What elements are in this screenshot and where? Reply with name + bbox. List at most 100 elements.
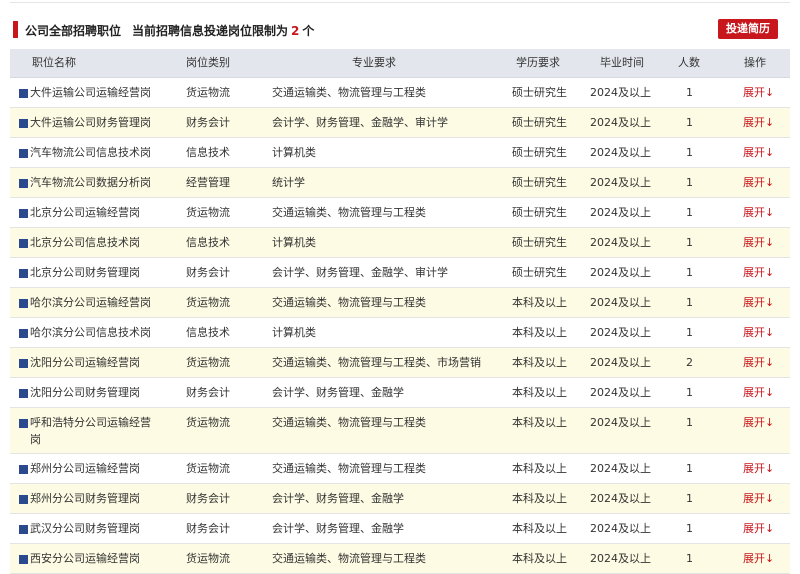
job-headcount: 1 [686, 296, 693, 309]
job-headcount: 1 [686, 552, 693, 565]
section-header: 公司全部招聘职位 当前招聘信息投递岗位限制为 2 个 投递简历 [10, 18, 790, 42]
expand-link[interactable]: 展开↓ [743, 176, 774, 189]
job-major: 交通运输类、物流管理与工程类、市场营销 [272, 356, 481, 369]
expand-link[interactable]: 展开↓ [743, 492, 774, 505]
expand-link[interactable]: 展开↓ [743, 462, 774, 475]
job-category: 货运物流 [186, 206, 230, 219]
job-name: 武汉分公司财务管理岗 [30, 522, 140, 535]
limit-note-suffix: 个 [302, 24, 315, 38]
job-headcount: 2 [686, 356, 693, 369]
section-marker [13, 21, 18, 38]
col-header-graduation: 毕业时间 [600, 56, 644, 69]
table-row: 沈阳分公司运输经营岗 货运物流 交通运输类、物流管理与工程类、市场营销 本科及以上 20… [10, 348, 790, 378]
job-education: 硕士研究生 [512, 146, 567, 159]
job-name: 北京分公司财务管理岗 [30, 266, 140, 279]
row-marker-icon [19, 269, 28, 278]
job-major: 交通运输类、物流管理与工程类 [272, 296, 426, 309]
table-row: 郑州分公司运输经营岗 货运物流 交通运输类、物流管理与工程类 本科及以上 2024及以上… [10, 454, 790, 484]
job-education: 硕士研究生 [512, 86, 567, 99]
job-category: 货运物流 [186, 416, 230, 429]
top-divider [10, 2, 790, 3]
job-category: 货运物流 [186, 462, 230, 475]
row-marker-icon [19, 299, 28, 308]
job-major: 交通运输类、物流管理与工程类 [272, 206, 426, 219]
job-education: 本科及以上 [512, 522, 567, 535]
expand-link[interactable]: 展开↓ [743, 356, 774, 369]
table-row: 呼和浩特分公司运输经营岗 货运物流 交通运输类、物流管理与工程类 本科及以上 2024及… [10, 408, 790, 454]
table-row: 哈尔滨分公司信息技术岗 信息技术 计算机类 本科及以上 2024及以上 1 展开↓ [10, 318, 790, 348]
job-name: 大件运输公司财务管理岗 [30, 116, 151, 129]
job-name: 汽车物流公司数据分析岗 [30, 176, 151, 189]
table-row: 西安分公司运输经营岗 货运物流 交通运输类、物流管理与工程类 本科及以上 2024及以上… [10, 544, 790, 574]
expand-link[interactable]: 展开↓ [743, 296, 774, 309]
job-category: 财务会计 [186, 492, 230, 505]
table-row: 北京分公司财务管理岗 财务会计 会计学、财务管理、金融学、审计学 硕士研究生 2024及… [10, 258, 790, 288]
job-headcount: 1 [686, 266, 693, 279]
job-education: 本科及以上 [512, 326, 567, 339]
expand-link[interactable]: 展开↓ [743, 386, 774, 399]
row-marker-icon [19, 389, 28, 398]
job-category: 货运物流 [186, 86, 230, 99]
job-headcount: 1 [686, 86, 693, 99]
expand-link[interactable]: 展开↓ [743, 266, 774, 279]
job-headcount: 1 [686, 492, 693, 505]
col-header-headcount: 人数 [678, 56, 700, 69]
job-major: 统计学 [272, 176, 305, 189]
job-name: 沈阳分公司财务管理岗 [30, 386, 140, 399]
row-marker-icon [19, 89, 28, 98]
limit-count: 2 [291, 24, 300, 38]
expand-link[interactable]: 展开↓ [743, 86, 774, 99]
job-education: 本科及以上 [512, 492, 567, 505]
job-headcount: 1 [686, 206, 693, 219]
expand-link[interactable]: 展开↓ [743, 522, 774, 535]
job-category: 财务会计 [186, 116, 230, 129]
row-marker-icon [19, 329, 28, 338]
col-header-action: 操作 [744, 56, 766, 69]
job-name: 北京分公司运输经营岗 [30, 206, 140, 219]
col-header-type: 岗位类别 [186, 56, 230, 69]
job-major: 计算机类 [272, 326, 316, 339]
table-row: 郑州分公司财务管理岗 财务会计 会计学、财务管理、金融学 本科及以上 2024及以上 1 展… [10, 484, 790, 514]
row-marker-icon [19, 465, 28, 474]
job-major: 会计学、财务管理、金融学 [272, 492, 404, 505]
job-headcount: 1 [686, 416, 693, 429]
expand-link[interactable]: 展开↓ [743, 236, 774, 249]
expand-link[interactable]: 展开↓ [743, 326, 774, 339]
expand-link[interactable]: 展开↓ [743, 552, 774, 565]
table-body: 大件运输公司运输经营岗 货运物流 交通运输类、物流管理与工程类 硕士研究生 2024及以… [10, 78, 790, 574]
job-graduation: 2024及以上 [590, 146, 651, 159]
job-headcount: 1 [686, 176, 693, 189]
limit-note-prefix: 当前招聘信息投递岗位限制为 [132, 24, 289, 38]
submit-resume-button[interactable]: 投递简历 [718, 19, 778, 39]
job-headcount: 1 [686, 236, 693, 249]
job-graduation: 2024及以上 [590, 116, 651, 129]
job-graduation: 2024及以上 [590, 462, 651, 475]
table-row: 武汉分公司财务管理岗 财务会计 会计学、财务管理、金融学 本科及以上 2024及以上 1 展… [10, 514, 790, 544]
job-education: 本科及以上 [512, 462, 567, 475]
expand-link[interactable]: 展开↓ [743, 116, 774, 129]
job-education: 硕士研究生 [512, 206, 567, 219]
expand-link[interactable]: 展开↓ [743, 206, 774, 219]
table-row: 汽车物流公司信息技术岗 信息技术 计算机类 硕士研究生 2024及以上 1 展开↓ [10, 138, 790, 168]
limit-note: 当前招聘信息投递岗位限制为 2 个 [132, 22, 314, 39]
job-education: 硕士研究生 [512, 116, 567, 129]
job-graduation: 2024及以上 [590, 386, 651, 399]
job-graduation: 2024及以上 [590, 356, 651, 369]
job-name: 郑州分公司运输经营岗 [30, 462, 140, 475]
job-graduation: 2024及以上 [590, 266, 651, 279]
job-name: 哈尔滨分公司信息技术岗 [30, 326, 151, 339]
row-marker-icon [19, 555, 28, 564]
expand-link[interactable]: 展开↓ [743, 146, 774, 159]
job-category: 财务会计 [186, 522, 230, 535]
job-graduation: 2024及以上 [590, 326, 651, 339]
expand-link[interactable]: 展开↓ [743, 416, 774, 429]
job-category: 财务会计 [186, 386, 230, 399]
job-name: 呼和浩特分公司运输经营岗 [30, 416, 151, 446]
col-header-name: 职位名称 [32, 56, 76, 69]
table-row: 大件运输公司财务管理岗 财务会计 会计学、财务管理、金融学、审计学 硕士研究生 2024… [10, 108, 790, 138]
job-category: 货运物流 [186, 552, 230, 565]
table-row: 汽车物流公司数据分析岗 经营管理 统计学 硕士研究生 2024及以上 1 展开↓ [10, 168, 790, 198]
job-major: 交通运输类、物流管理与工程类 [272, 86, 426, 99]
job-category: 信息技术 [186, 236, 230, 249]
job-education: 本科及以上 [512, 356, 567, 369]
